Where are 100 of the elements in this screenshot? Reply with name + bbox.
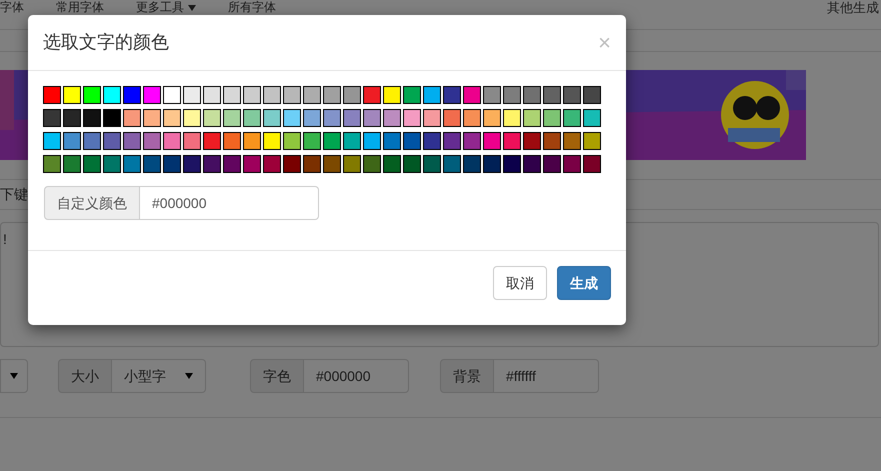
color-swatch[interactable] (63, 132, 81, 150)
color-swatch[interactable] (443, 155, 461, 173)
color-swatch[interactable] (263, 109, 281, 127)
color-swatch[interactable] (203, 132, 221, 150)
color-swatch[interactable] (263, 86, 281, 104)
color-swatch[interactable] (83, 109, 101, 127)
color-swatch[interactable] (243, 132, 261, 150)
color-swatch[interactable] (203, 86, 221, 104)
color-swatch[interactable] (403, 86, 421, 104)
color-swatch[interactable] (363, 155, 381, 173)
color-swatch[interactable] (283, 86, 301, 104)
color-swatch[interactable] (103, 132, 121, 150)
color-swatch[interactable] (563, 86, 581, 104)
nav-link[interactable]: 常用字体 (56, 1, 104, 14)
color-swatch[interactable] (83, 155, 101, 173)
color-swatch[interactable] (323, 155, 341, 173)
color-swatch[interactable] (583, 86, 601, 104)
nav-link[interactable]: 其他生成 (827, 1, 881, 15)
color-swatch[interactable] (443, 132, 461, 150)
color-swatch[interactable] (423, 86, 441, 104)
color-swatch[interactable] (183, 155, 201, 173)
nav-link[interactable]: 字体 (0, 1, 24, 14)
color-swatch[interactable] (483, 86, 501, 104)
color-swatch[interactable] (563, 109, 581, 127)
color-swatch[interactable] (523, 109, 541, 127)
color-swatch[interactable] (303, 132, 321, 150)
color-swatch[interactable] (503, 155, 521, 173)
color-swatch[interactable] (343, 155, 361, 173)
color-swatch[interactable] (243, 109, 261, 127)
color-input[interactable]: #000000 (140, 186, 319, 220)
color-swatch[interactable] (223, 155, 241, 173)
color-swatch[interactable] (123, 109, 141, 127)
color-swatch[interactable] (543, 132, 561, 150)
color-swatch[interactable] (143, 132, 161, 150)
color-swatch[interactable] (343, 132, 361, 150)
color-swatch[interactable] (383, 155, 401, 173)
generate-button[interactable]: 生成 (557, 266, 611, 300)
color-swatch[interactable] (563, 132, 581, 150)
color-swatch[interactable] (263, 155, 281, 173)
color-swatch[interactable] (303, 86, 321, 104)
color-swatch[interactable] (363, 132, 381, 150)
nav-link[interactable]: 所有字体 (228, 1, 276, 14)
color-swatch[interactable] (223, 86, 241, 104)
color-swatch[interactable] (103, 109, 121, 127)
color-swatch[interactable] (503, 132, 521, 150)
color-swatch[interactable] (143, 86, 161, 104)
color-swatch[interactable] (103, 155, 121, 173)
color-swatch[interactable] (463, 155, 481, 173)
color-swatch[interactable] (163, 86, 181, 104)
color-swatch[interactable] (143, 155, 161, 173)
color-swatch[interactable] (323, 109, 341, 127)
color-swatch[interactable] (163, 155, 181, 173)
color-swatch[interactable] (63, 109, 81, 127)
color-swatch[interactable] (283, 132, 301, 150)
color-swatch[interactable] (243, 86, 261, 104)
color-swatch[interactable] (303, 155, 321, 173)
color-swatch[interactable] (123, 86, 141, 104)
color-swatch[interactable] (403, 109, 421, 127)
color-swatch[interactable] (423, 155, 441, 173)
color-swatch[interactable] (183, 132, 201, 150)
color-swatch[interactable] (523, 155, 541, 173)
color-swatch[interactable] (163, 132, 181, 150)
color-swatch[interactable] (563, 155, 581, 173)
color-swatch[interactable] (423, 132, 441, 150)
color-swatch[interactable] (403, 132, 421, 150)
color-swatch[interactable] (163, 109, 181, 127)
color-swatch[interactable] (583, 155, 601, 173)
select-field[interactable] (0, 359, 28, 393)
nav-link[interactable]: 更多工具 (136, 1, 196, 14)
color-swatch[interactable] (243, 155, 261, 173)
color-swatch[interactable] (463, 132, 481, 150)
color-swatch[interactable] (183, 86, 201, 104)
color-swatch[interactable] (543, 109, 561, 127)
color-swatch[interactable] (263, 132, 281, 150)
color-swatch[interactable] (43, 155, 61, 173)
color-swatch[interactable] (383, 109, 401, 127)
color-swatch[interactable] (183, 109, 201, 127)
input-field[interactable]: #000000 (304, 359, 409, 393)
color-swatch[interactable] (63, 86, 81, 104)
cancel-button[interactable]: 取消 (493, 266, 547, 300)
color-swatch[interactable] (463, 109, 481, 127)
color-swatch[interactable] (123, 155, 141, 173)
color-swatch[interactable] (503, 86, 521, 104)
color-swatch[interactable] (583, 109, 601, 127)
color-swatch[interactable] (383, 132, 401, 150)
color-swatch[interactable] (543, 155, 561, 173)
color-swatch[interactable] (583, 132, 601, 150)
color-swatch[interactable] (283, 109, 301, 127)
color-swatch[interactable] (443, 109, 461, 127)
color-swatch[interactable] (343, 86, 361, 104)
color-swatch[interactable] (323, 132, 341, 150)
select-field[interactable]: 小型字 (112, 359, 206, 393)
color-swatch[interactable] (403, 155, 421, 173)
color-swatch[interactable] (43, 109, 61, 127)
color-swatch[interactable] (523, 86, 541, 104)
input-field[interactable]: #ffffff (494, 359, 599, 393)
color-swatch[interactable] (543, 86, 561, 104)
color-swatch[interactable] (283, 155, 301, 173)
color-swatch[interactable] (483, 155, 501, 173)
color-swatch[interactable] (223, 109, 241, 127)
